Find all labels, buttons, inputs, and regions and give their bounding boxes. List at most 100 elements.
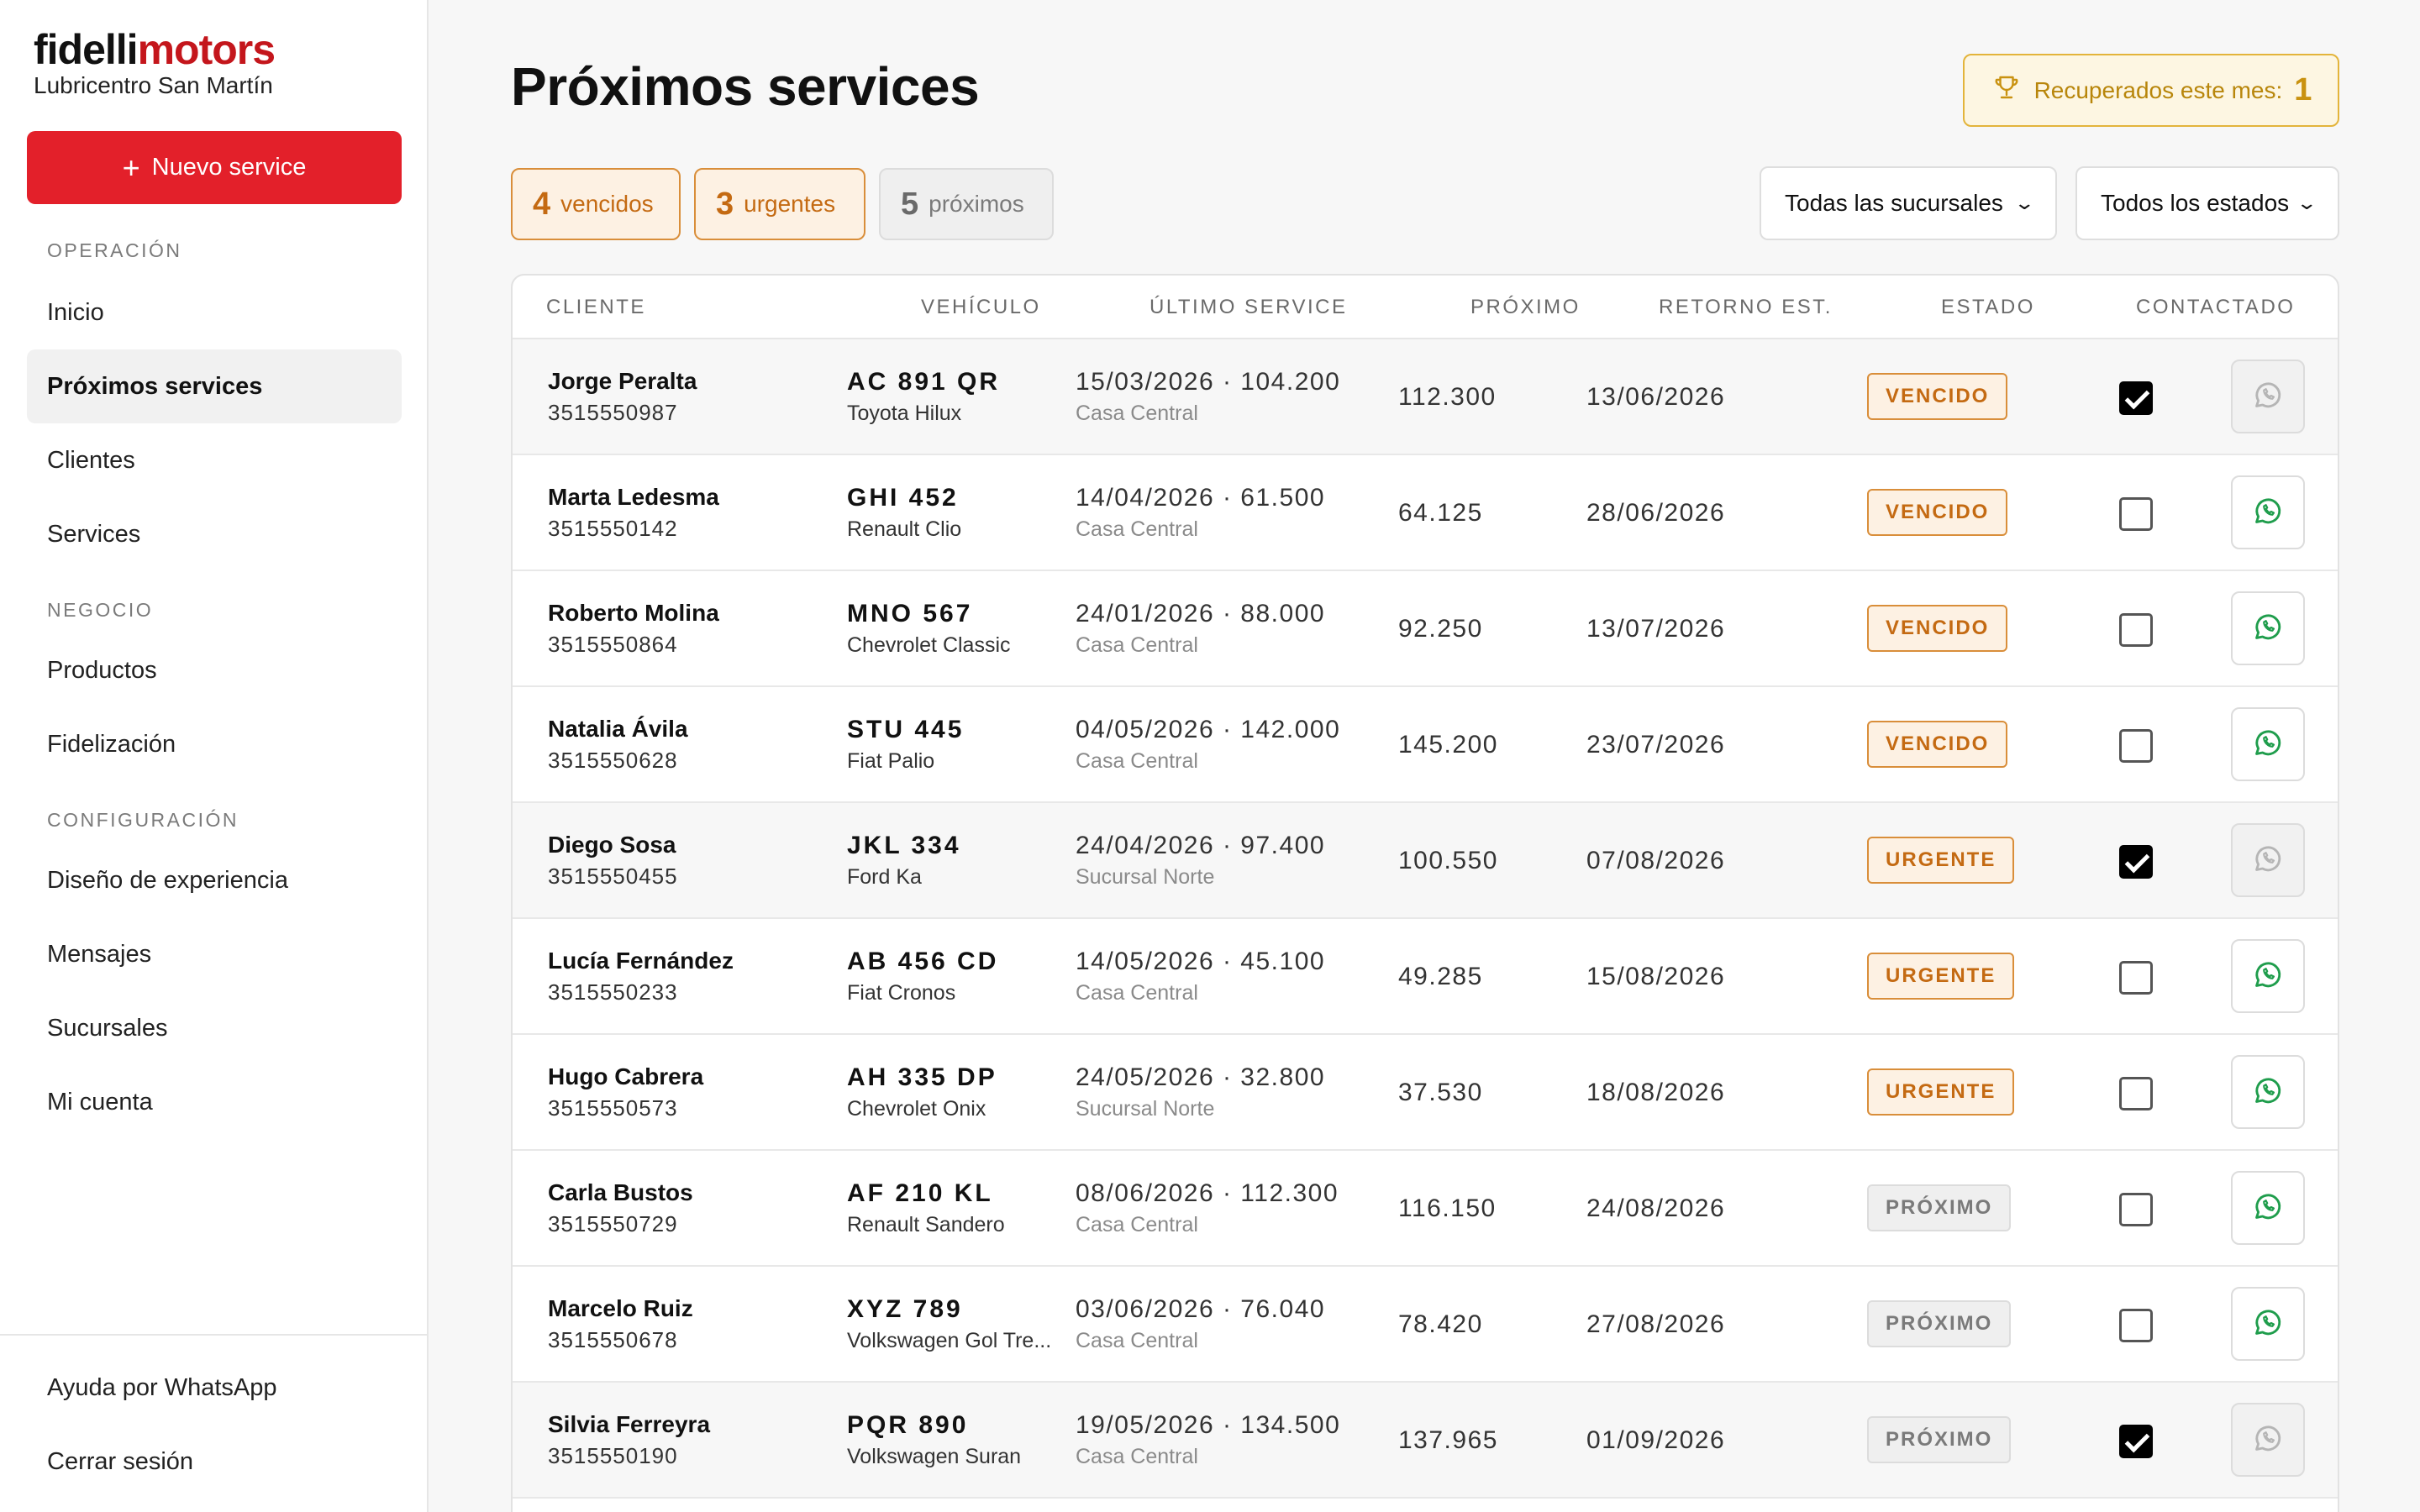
- last-service: 24/05/2026 · 32.800: [1076, 1063, 1326, 1091]
- contacted-checkbox[interactable]: [2119, 729, 2153, 763]
- next-service-km: 49.285: [1398, 963, 1483, 990]
- whatsapp-icon: [2252, 843, 2284, 879]
- estimated-return: 15/08/2026: [1586, 963, 1726, 990]
- estimated-return: 13/06/2026: [1586, 383, 1726, 411]
- branch-name: Sucursal Norte: [1076, 1097, 1215, 1121]
- contacted-checkbox[interactable]: [2119, 961, 2153, 995]
- next-service-km: 64.125: [1398, 499, 1483, 527]
- whatsapp-button[interactable]: [2231, 1287, 2305, 1361]
- th-cliente: CLIENTE: [546, 296, 646, 318]
- vehicle-model: Chevrolet Onix: [847, 1097, 986, 1121]
- brand-logo: fidellimotors Lubricentro San Martín: [34, 26, 276, 97]
- table-row: Marcelo Ruiz 3515550678 XYZ 789 Volkswag…: [513, 1267, 2338, 1383]
- status-badge: URGENTE: [1867, 1068, 2015, 1116]
- sidebar-item-inicio[interactable]: Inicio: [27, 276, 402, 349]
- client-name: Lucía Fernández: [548, 948, 734, 974]
- estimated-return: 27/08/2026: [1586, 1310, 1726, 1338]
- client-phone: 3515550628: [548, 748, 678, 773]
- filter-pill-proximos[interactable]: 5 próximos: [879, 168, 1054, 240]
- estimated-return: 01/09/2026: [1586, 1426, 1726, 1454]
- vehicle-plate: MNO 567: [847, 600, 973, 627]
- whatsapp-button[interactable]: [2231, 1171, 2305, 1245]
- whatsapp-button[interactable]: [2231, 475, 2305, 549]
- sidebar-item-fidelizacion[interactable]: Fidelización: [27, 707, 402, 781]
- proximos-label: próximos: [929, 191, 1024, 217]
- sidebar-item-proximos-services[interactable]: Próximos services: [27, 349, 402, 423]
- vehicle-plate: AH 335 DP: [847, 1063, 997, 1091]
- estimated-return: 28/06/2026: [1586, 499, 1726, 527]
- client-phone: 3515550573: [548, 1095, 678, 1121]
- whatsapp-button[interactable]: [2231, 1403, 2305, 1477]
- client-name: Hugo Cabrera: [548, 1063, 704, 1089]
- sidebar-item-cerrar-sesion[interactable]: Cerrar sesión: [27, 1425, 402, 1499]
- client-name: Marta Ledesma: [548, 484, 719, 510]
- th-contactado: CONTACTADO: [2136, 296, 2296, 318]
- sidebar-item-mensajes[interactable]: Mensajes: [27, 917, 402, 991]
- client-name: Roberto Molina: [548, 600, 719, 626]
- vehicle-model: Volkswagen Gol Tre...: [847, 1329, 1052, 1352]
- client-phone: 3515550678: [548, 1327, 678, 1352]
- status-badge: PRÓXIMO: [1867, 1416, 2012, 1463]
- sucursal-select-value: Todas las sucursales: [1785, 190, 2003, 216]
- whatsapp-button[interactable]: [2231, 1055, 2305, 1129]
- whatsapp-button[interactable]: [2231, 823, 2305, 897]
- sidebar-item-ayuda-whatsapp[interactable]: Ayuda por WhatsApp: [27, 1351, 402, 1425]
- table-row: Lucía Fernández 3515550233 AB 456 CD Fia…: [513, 919, 2338, 1035]
- contacted-checkbox[interactable]: [2119, 1193, 2153, 1226]
- services-table: CLIENTE VEHÍCULO ÚLTIMO SERVICE PRÓXIMO …: [511, 274, 2339, 1512]
- client-phone: 3515550190: [548, 1443, 678, 1468]
- client-name: Natalia Ávila: [548, 716, 688, 742]
- sidebar-item-mi-cuenta[interactable]: Mi cuenta: [27, 1065, 402, 1139]
- th-vehiculo: VEHÍCULO: [921, 296, 1041, 318]
- filter-pill-urgentes[interactable]: 3 urgentes: [694, 168, 865, 240]
- whatsapp-icon: [2252, 1422, 2284, 1458]
- contacted-checkbox[interactable]: [2119, 613, 2153, 647]
- contacted-checkbox[interactable]: [2119, 381, 2153, 415]
- status-badge: VENCIDO: [1867, 489, 2008, 536]
- contacted-checkbox[interactable]: [2119, 845, 2153, 879]
- vehicle-plate: AB 456 CD: [847, 948, 999, 975]
- contacted-checkbox[interactable]: [2119, 497, 2153, 531]
- vehicle-plate: STU 445: [847, 716, 965, 743]
- contacted-checkbox[interactable]: [2119, 1309, 2153, 1342]
- whatsapp-icon: [2252, 1190, 2284, 1226]
- whatsapp-button[interactable]: [2231, 939, 2305, 1013]
- nav-section-operacion: OPERACIÓN: [47, 239, 182, 261]
- sucursal-select[interactable]: Todas las sucursales ⌄: [1760, 166, 2057, 240]
- sidebar-item-diseno-experiencia[interactable]: Diseño de experiencia: [27, 843, 402, 917]
- branch-name: Sucursal Norte: [1076, 865, 1215, 889]
- vehicle-plate: XYZ 789: [847, 1295, 963, 1323]
- estimated-return: 23/07/2026: [1586, 731, 1726, 759]
- brand-name-part1: fidelli: [34, 26, 139, 73]
- sidebar-item-productos[interactable]: Productos: [27, 633, 402, 707]
- client-name: Diego Sosa: [548, 832, 676, 858]
- whatsapp-button[interactable]: [2231, 591, 2305, 665]
- table-row: Jorge Peralta 3515550987 AC 891 QR Toyot…: [513, 339, 2338, 455]
- status-badge: PRÓXIMO: [1867, 1184, 2012, 1231]
- estado-select[interactable]: Todos los estados ⌄: [2075, 166, 2339, 240]
- proximos-count: 5: [901, 186, 919, 222]
- last-service: 14/04/2026 · 61.500: [1076, 484, 1326, 512]
- estimated-return: 24/08/2026: [1586, 1194, 1726, 1222]
- client-name: Silvia Ferreyra: [548, 1411, 711, 1437]
- filter-pill-vencidos[interactable]: 4 vencidos: [511, 168, 681, 240]
- branch-name: Casa Central: [1076, 749, 1198, 773]
- whatsapp-button[interactable]: [2231, 707, 2305, 781]
- vehicle-model: Renault Sandero: [847, 1213, 1005, 1236]
- plus-icon: +: [122, 150, 140, 185]
- vehicle-plate: GHI 452: [847, 484, 959, 512]
- vehicle-model: Renault Clio: [847, 517, 962, 541]
- contacted-checkbox[interactable]: [2119, 1425, 2153, 1458]
- contacted-checkbox[interactable]: [2119, 1077, 2153, 1110]
- table-row: Silvia Ferreyra 3515550190 PQR 890 Volks…: [513, 1383, 2338, 1499]
- new-service-button[interactable]: + Nuevo service: [27, 131, 402, 204]
- next-service-km: 37.530: [1398, 1079, 1483, 1106]
- client-phone: 3515550142: [548, 516, 678, 541]
- sidebar-item-services[interactable]: Services: [27, 497, 402, 571]
- last-service: 19/05/2026 · 134.500: [1076, 1411, 1341, 1439]
- whatsapp-button[interactable]: [2231, 360, 2305, 433]
- sidebar-item-clientes[interactable]: Clientes: [27, 423, 402, 497]
- sidebar-item-sucursales[interactable]: Sucursales: [27, 991, 402, 1065]
- whatsapp-icon: [2252, 1306, 2284, 1342]
- client-name: Jorge Peralta: [548, 368, 697, 394]
